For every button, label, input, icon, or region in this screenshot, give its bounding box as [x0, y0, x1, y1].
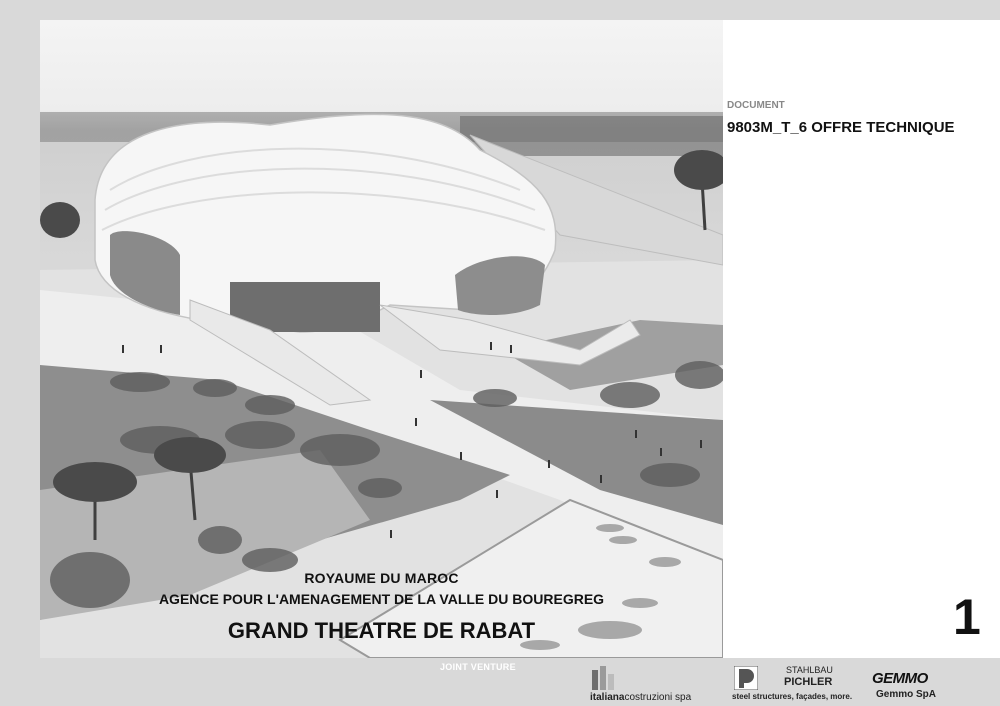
gemmo-logo: GEMMO Gemmo SpA [872, 666, 952, 706]
country-title: ROYAUME DU MAROC [304, 570, 459, 586]
document-label: DOCUMENT [727, 100, 785, 111]
italiana-logo-name: italianacostruzioni spa [590, 692, 692, 703]
stahlbau-pichler-logo: STAHLBAU PICHLER steel structures, façad… [732, 662, 852, 704]
cover-sheet: ROYAUME DU MAROC AGENCE POUR L'AMENAGEME… [40, 20, 1000, 658]
footer: JOINT VENTURE italianacostruzioni spa ST… [0, 658, 1000, 706]
italiana-costruzioni-logo: italianacostruzioni spa [590, 664, 700, 704]
page-number: 1 [953, 589, 981, 645]
gemmo-name: Gemmo SpA [876, 689, 937, 700]
architectural-rendering: ROYAUME DU MAROC AGENCE POUR L'AMENAGEME… [40, 20, 723, 658]
document-code: 9803M_T_6 OFFRE TECHNIQUE [727, 119, 955, 136]
agency-title: AGENCE POUR L'AMENAGEMENT DE LA VALLE DU… [158, 591, 605, 607]
pichler-line2: PICHLER [784, 676, 833, 688]
theatre-rendering-image [40, 112, 723, 658]
pichler-tagline: steel structures, façades, more. [732, 692, 853, 701]
gemmo-logo-mark: GEMMO [872, 670, 928, 687]
joint-venture-label: JOINT VENTURE [440, 662, 516, 672]
pichler-line1: STAHLBAU [786, 665, 833, 675]
project-title: GRAND THEATRE DE RABAT [227, 618, 536, 643]
italiana-logo-icon [592, 666, 614, 690]
pichler-logo-icon [734, 666, 758, 690]
